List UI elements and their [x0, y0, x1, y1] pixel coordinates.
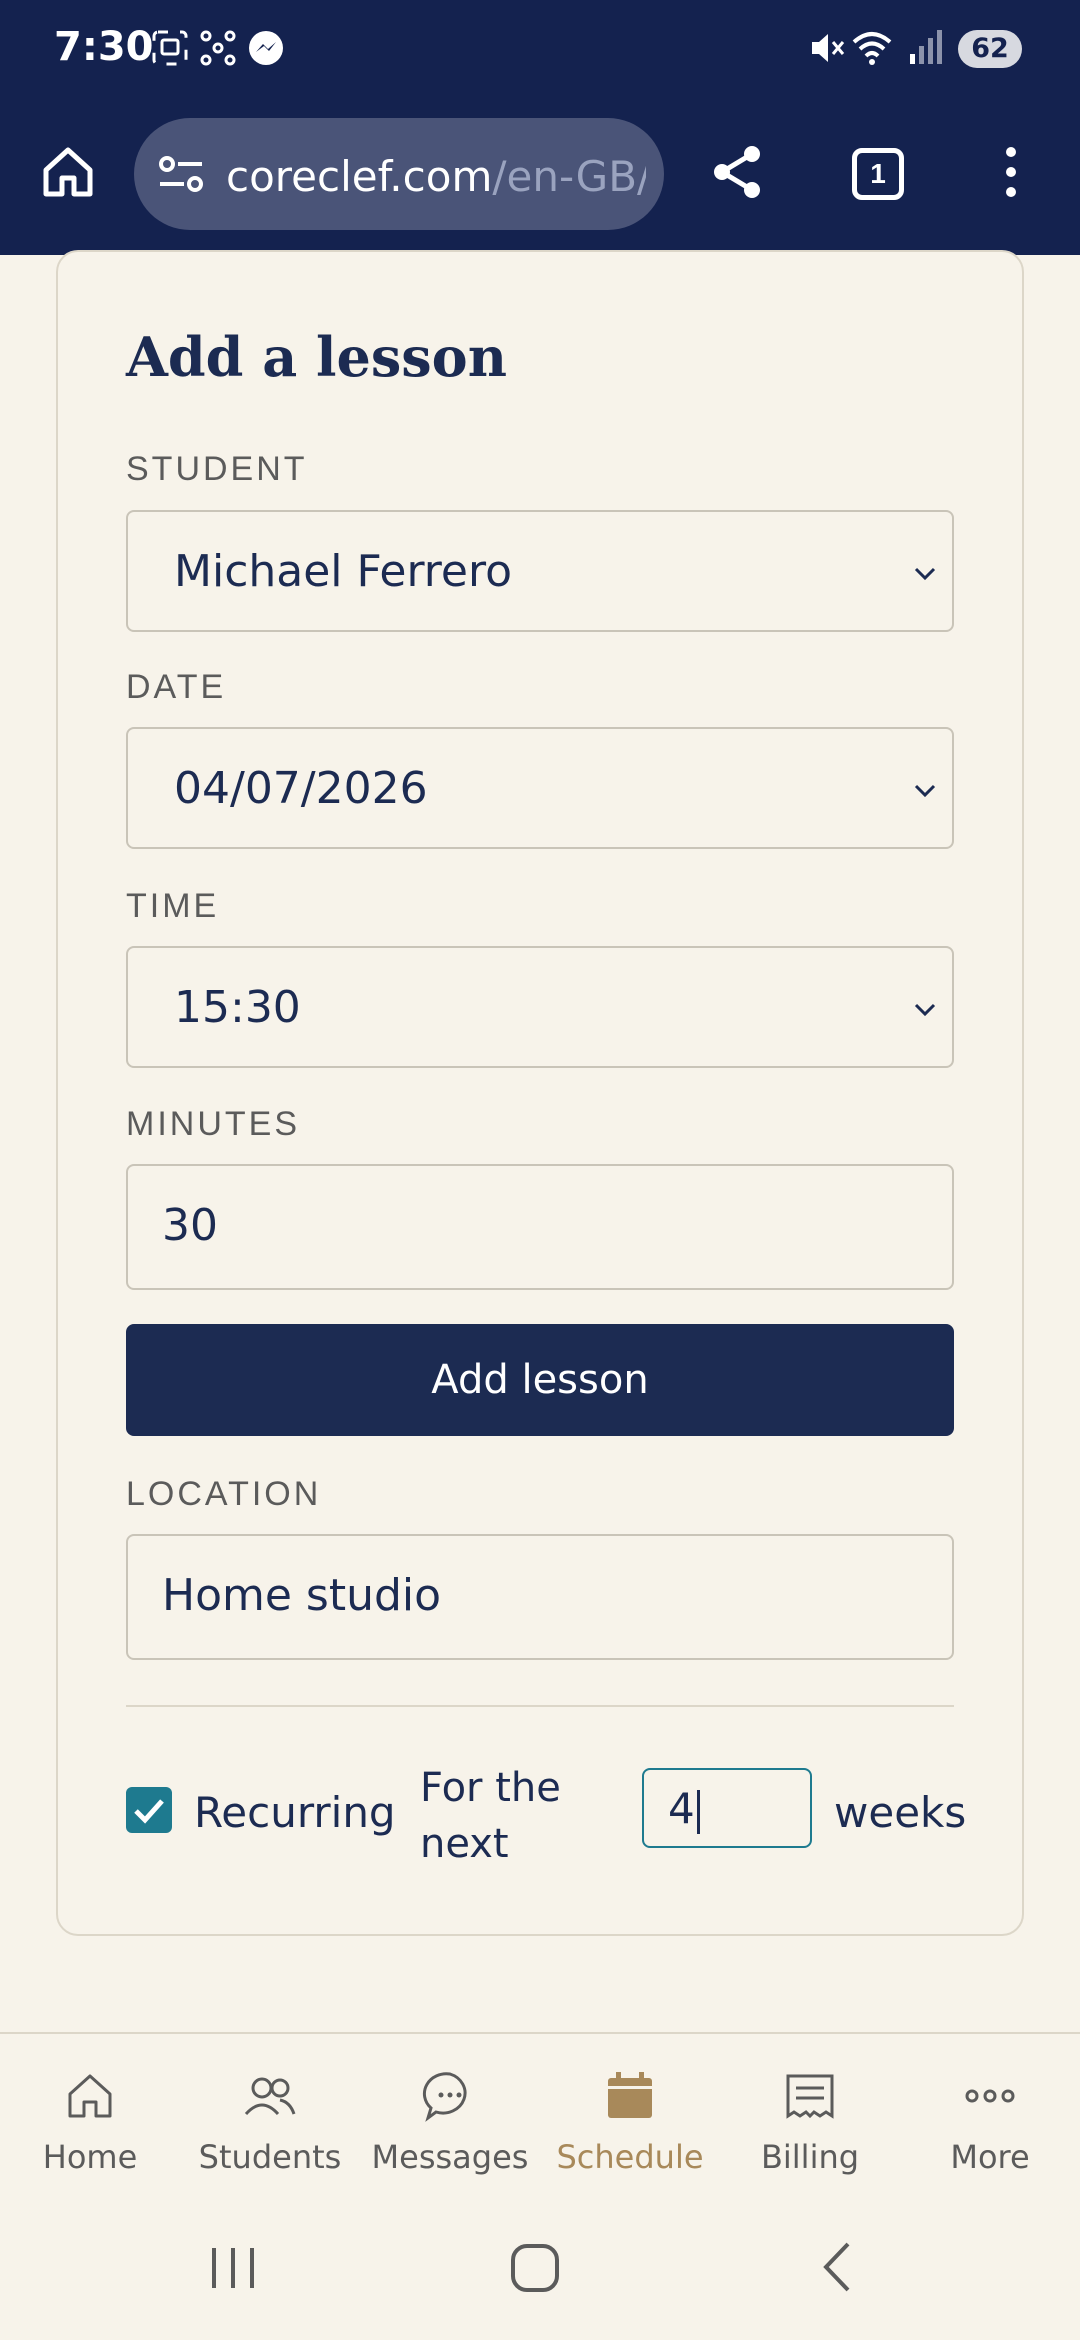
location-label: LOCATION: [126, 1475, 322, 1513]
tab-switcher-button[interactable]: 1: [852, 148, 904, 200]
nav-label: Home: [42, 2138, 138, 2176]
time-value: 15:30: [174, 982, 301, 1033]
status-bar: 7:30 62: [0, 0, 1080, 100]
screenshot-icon: [152, 30, 188, 66]
messages-icon: [422, 2072, 467, 2122]
calendar-icon: [608, 2072, 652, 2118]
divider: [126, 1705, 954, 1707]
location-value: Home studio: [162, 1570, 442, 1621]
home-icon: [68, 2074, 112, 2118]
for-the-next-label: For the next: [420, 1765, 561, 1867]
signal-icon: [910, 30, 942, 64]
chevron-down-icon: [914, 1003, 936, 1017]
receipt-icon: [786, 2074, 834, 2119]
checkmark-icon: [134, 1799, 164, 1824]
recents-icon[interactable]: [198, 2232, 268, 2302]
url-path: /en-GB/: [492, 152, 646, 201]
student-value: Michael Ferrero: [174, 546, 513, 597]
minutes-label: MINUTES: [126, 1105, 300, 1143]
weeks-input[interactable]: 4: [642, 1768, 812, 1848]
url-host: coreclef.com: [226, 152, 493, 201]
minutes-input[interactable]: 30: [126, 1164, 954, 1290]
status-time: 7:30: [54, 24, 154, 70]
mute-icon: [812, 34, 845, 62]
student-label: STUDENT: [126, 450, 308, 488]
home-button-icon[interactable]: [500, 2232, 570, 2302]
students-icon: [244, 2077, 296, 2116]
back-icon[interactable]: [804, 2232, 874, 2302]
text-cursor: [696, 1789, 700, 1834]
minutes-value: 30: [162, 1200, 218, 1251]
nav-item-students[interactable]: Students: [180, 2034, 360, 2194]
nav-label: Billing: [760, 2138, 860, 2176]
top-bar: 7:30 62 coreclef.com/en-GB/ 1: [0, 0, 1080, 255]
site-settings-icon[interactable]: [158, 154, 204, 194]
time-select[interactable]: 15:30: [126, 946, 954, 1068]
system-nav-bar: [0, 2192, 1080, 2340]
nav-label: Students: [198, 2138, 342, 2176]
nav-item-home[interactable]: Home: [0, 2034, 180, 2194]
date-value: 04/07/2026: [174, 763, 428, 814]
student-select[interactable]: Michael Ferrero: [126, 510, 954, 632]
more-icon: [965, 2089, 1015, 2103]
url-bar[interactable]: coreclef.com/en-GB/: [134, 118, 664, 230]
nav-label: Messages: [371, 2138, 529, 2176]
bottom-nav: Home Students Messages Schedule Billing …: [0, 2032, 1080, 2192]
date-select[interactable]: 04/07/2026: [126, 727, 954, 849]
add-lesson-button[interactable]: Add lesson: [126, 1324, 954, 1436]
weeks-label: weeks: [834, 1788, 967, 1837]
menu-icon[interactable]: [996, 142, 1026, 202]
recurring-checkbox[interactable]: [126, 1787, 172, 1833]
battery-indicator: 62: [958, 30, 1022, 68]
weeks-value: 4: [668, 1784, 695, 1833]
network-icon: [200, 30, 236, 66]
home-icon[interactable]: [38, 142, 98, 202]
chevron-down-icon: [914, 784, 936, 798]
recurring-label[interactable]: Recurring: [194, 1788, 396, 1837]
location-input[interactable]: Home studio: [126, 1534, 954, 1660]
chevron-down-icon: [914, 567, 936, 581]
browser-toolbar: coreclef.com/en-GB/ 1: [0, 112, 1080, 238]
recurring-row: Recurring For the next 4 weeks: [126, 1760, 966, 1880]
wifi-icon: [852, 32, 892, 65]
nav-label: Schedule: [556, 2138, 704, 2176]
form-title: Add a lesson: [126, 325, 507, 389]
share-icon[interactable]: [708, 142, 768, 202]
url-text[interactable]: coreclef.com/en-GB/: [226, 152, 646, 201]
nav-label: More: [950, 2138, 1030, 2176]
nav-item-more[interactable]: More: [900, 2034, 1080, 2194]
date-label: DATE: [126, 668, 227, 706]
time-label: TIME: [126, 887, 220, 925]
messenger-icon: [249, 31, 283, 65]
nav-item-messages[interactable]: Messages: [360, 2034, 540, 2194]
nav-item-billing[interactable]: Billing: [720, 2034, 900, 2194]
nav-item-schedule[interactable]: Schedule: [540, 2034, 720, 2194]
add-lesson-card: [56, 250, 1024, 1936]
